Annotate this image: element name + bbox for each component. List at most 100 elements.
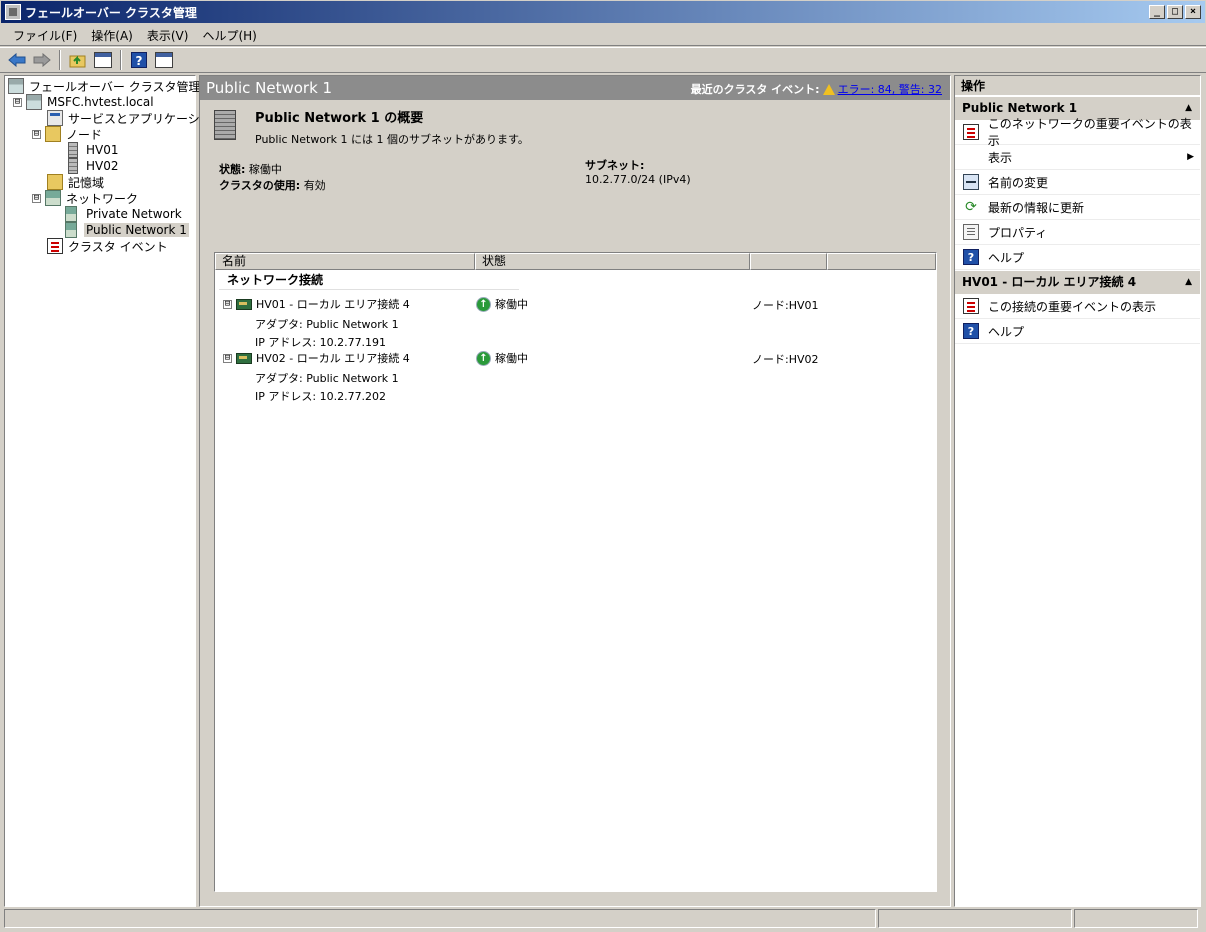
tree-item-networks[interactable]: ⊟ ネットワーク	[32, 190, 140, 206]
summary-title: Public Network 1 の概要	[255, 111, 424, 126]
up-folder-icon[interactable]	[67, 49, 89, 71]
group-divider	[219, 289, 519, 290]
server-icon	[68, 142, 78, 158]
column-name[interactable]: 名前	[215, 253, 475, 270]
maximize-button[interactable]: □	[1167, 5, 1183, 19]
menu-help[interactable]: ヘルプ(H)	[195, 25, 263, 46]
collapse-icon[interactable]: ⊟	[32, 129, 41, 139]
action-label: 最新の情報に更新	[988, 200, 1085, 215]
rename-icon	[963, 174, 979, 190]
action-show-critical-events[interactable]: このネットワークの重要イベントの表示	[955, 117, 1200, 148]
tree-label: ノード	[66, 127, 103, 142]
action-show-connection-events[interactable]: この接続の重要イベントの表示	[955, 294, 1200, 319]
help-icon: ?	[963, 249, 979, 265]
collapse-icon[interactable]: ⊟	[32, 193, 41, 203]
action-label: 表示	[988, 150, 1013, 165]
warning-icon	[822, 83, 835, 95]
connection-adapter: アダプタ: Public Network 1	[255, 318, 399, 331]
tree-item-cluster-events[interactable]: クラスタ イベント	[47, 238, 170, 254]
group-network-connections: ネットワーク接続	[227, 273, 324, 287]
action-help-2[interactable]: ? ヘルプ	[955, 319, 1200, 344]
action-label: 名前の変更	[988, 175, 1049, 190]
recent-events-label: 最近のクラスタ イベント:	[690, 83, 820, 96]
list-item[interactable]: ⊟ HV01 - ローカル エリア接続 4	[223, 296, 410, 312]
window-title-bar[interactable]: フェールオーバー クラスタ管理 _ □ ×	[0, 0, 1206, 24]
connection-adapter: アダプタ: Public Network 1	[255, 372, 399, 385]
connection-node: ノード:HV01	[752, 299, 819, 312]
online-arrow-icon: ↑	[476, 350, 491, 366]
events-icon	[963, 124, 979, 140]
network-adapter-icon	[236, 298, 252, 310]
cluster-events-icon	[47, 238, 63, 254]
subnet-key-label: サブネット:	[585, 159, 645, 172]
network-summary-icon	[214, 110, 236, 140]
back-arrow-icon[interactable]	[6, 49, 28, 71]
status-row: 状態: 稼働中	[219, 161, 282, 177]
menu-view[interactable]: 表示(V)	[140, 25, 196, 46]
network-adapter-icon	[236, 352, 252, 364]
results-pane: Public Network 1 最近のクラスタ イベント: エラー: 84, …	[199, 75, 951, 907]
column-status[interactable]: 状態	[475, 253, 750, 270]
recent-cluster-events: 最近のクラスタ イベント: エラー: 84, 警告: 32	[691, 81, 942, 97]
actions-section-connection[interactable]: HV01 - ローカル エリア接続 4 ▲	[955, 271, 1200, 294]
network-icon	[65, 206, 77, 222]
tree-label: クラスタ イベント	[68, 239, 168, 254]
connection-ip: IP アドレス: 10.2.77.191	[255, 336, 387, 349]
network-summary: Public Network 1 の概要 Public Network 1 には…	[200, 100, 950, 250]
window-controls: _ □ ×	[1149, 5, 1201, 19]
recent-events-link[interactable]: エラー: 84, 警告: 32	[838, 81, 942, 97]
collapse-icon[interactable]: ⊟	[223, 299, 232, 309]
tree-item-node-hv02[interactable]: HV02	[65, 158, 121, 174]
tree-item-cluster[interactable]: ⊟ MSFC.hvtest.local	[13, 94, 156, 110]
tree-item-nodes[interactable]: ⊟ ノード	[32, 126, 104, 142]
status-key: 状態:	[219, 163, 246, 176]
window-title: フェールオーバー クラスタ管理	[25, 5, 197, 20]
menu-file[interactable]: ファイル(F)	[6, 25, 84, 46]
tree-item-node-hv01[interactable]: HV01	[65, 142, 121, 158]
collapse-icon[interactable]: ⊟	[223, 353, 232, 363]
collapse-chevron-icon[interactable]: ▲	[1185, 271, 1192, 294]
action-rename[interactable]: 名前の変更	[955, 170, 1200, 195]
show-hide-action-pane-icon[interactable]	[153, 49, 175, 71]
blank-icon	[963, 149, 979, 165]
tree-item-storage[interactable]: 記憶域	[47, 174, 106, 190]
properties-icon	[963, 224, 979, 240]
cluster-use-row: クラスタの使用: 有効	[219, 177, 326, 193]
menu-action[interactable]: 操作(A)	[84, 25, 140, 46]
minimize-button[interactable]: _	[1149, 5, 1165, 19]
list-item[interactable]: ⊟ HV02 - ローカル エリア接続 4	[223, 350, 410, 366]
action-view[interactable]: 表示 ▶	[955, 145, 1200, 170]
subnet-key: サブネット:	[585, 157, 644, 173]
events-icon	[963, 298, 979, 314]
console-tree: フェールオーバー クラスタ管理 ⊟ MSFC.hvtest.local サービス…	[4, 75, 224, 907]
menu-bar: ファイル(F) 操作(A) 表示(V) ヘルプ(H)	[0, 25, 1206, 46]
submenu-arrow-icon: ▶	[1187, 152, 1194, 162]
connection-status-text: 稼働中	[495, 298, 528, 311]
services-icon	[47, 110, 63, 126]
tree-item-root[interactable]: フェールオーバー クラスタ管理	[8, 78, 202, 94]
tree-label: HV01	[86, 143, 119, 157]
actions-title: 操作	[955, 76, 1200, 96]
action-properties[interactable]: プロパティ	[955, 220, 1200, 245]
action-help[interactable]: ? ヘルプ	[955, 245, 1200, 270]
connections-list: 名前 状態 ネットワーク接続 ⊟ HV01 - ローカル エリア接続 4 ↑ 稼…	[214, 252, 937, 892]
show-hide-console-tree-icon[interactable]	[92, 49, 114, 71]
help-icon[interactable]: ?	[128, 49, 150, 71]
column-3[interactable]	[750, 253, 827, 270]
list-header: 名前 状態	[215, 253, 936, 270]
cluster-icon	[26, 94, 42, 110]
close-button[interactable]: ×	[1185, 5, 1201, 19]
action-refresh[interactable]: ⟳ 最新の情報に更新	[955, 195, 1200, 220]
tree-label: Private Network	[86, 207, 182, 221]
column-4[interactable]	[827, 253, 936, 270]
collapse-icon[interactable]: ⊟	[13, 97, 22, 107]
tree-item-private-network[interactable]: Private Network	[65, 206, 184, 222]
forward-arrow-icon[interactable]	[31, 49, 53, 71]
connection-node: ノード:HV02	[752, 353, 819, 366]
cluster-use-key: クラスタの使用:	[219, 179, 301, 192]
cluster-use-value: 有効	[303, 179, 326, 192]
tree-label: ネットワーク	[66, 191, 139, 206]
tree-item-public-network-1[interactable]: Public Network 1	[65, 222, 189, 238]
connection-status: ↑ 稼働中	[476, 296, 528, 312]
network-icon	[65, 222, 77, 238]
